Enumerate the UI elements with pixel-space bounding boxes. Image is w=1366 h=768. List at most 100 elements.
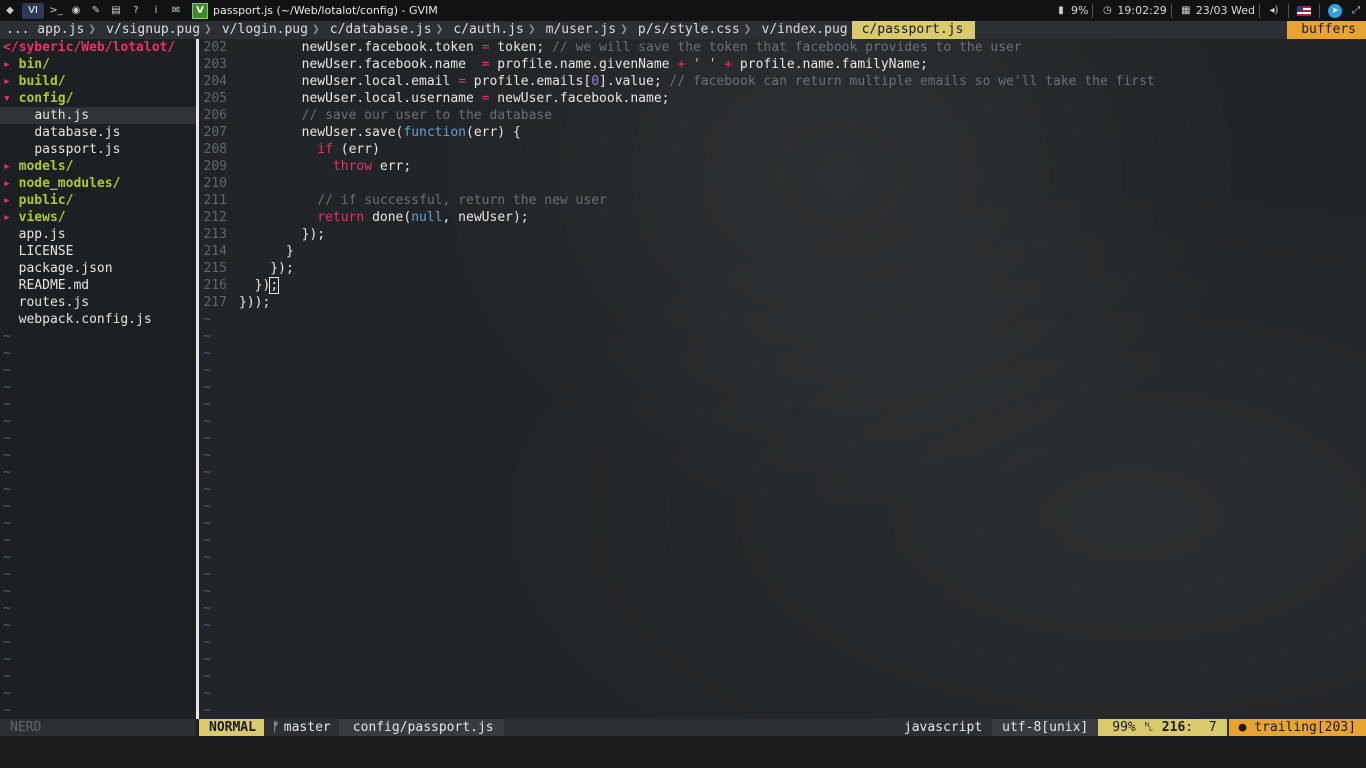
code-token: newUser.facebook.token [239,40,482,55]
empty-line: ~ [199,362,1366,379]
code-line[interactable]: 209 throw err; [199,158,1366,175]
code-line[interactable]: 202 newUser.facebook.token = token; // w… [199,39,1366,56]
tab-label: v/login.pug [221,22,308,37]
code-line[interactable]: 206 // save our user to the database [199,107,1366,124]
triangle-right-icon: ▸ [3,57,11,72]
empty-line-tilde: ~ [203,414,211,429]
distro-logo-icon[interactable]: ◆ [2,3,18,19]
empty-line-tilde: ~ [203,567,211,582]
tab-passport-js-active[interactable]: c/passport.js [851,21,976,39]
code-token: }) [239,278,271,293]
cursor-position: 99% ␤ 216: 7 [1098,719,1227,736]
empty-line: ~ [199,430,1366,447]
tab-index-pug[interactable]: v/index.pug [756,21,852,39]
panel-separator [1319,3,1320,18]
code-text: newUser.local.email = profile.emails[0].… [227,73,1155,90]
panel-right: ▮ 9% ◷ 19:02:29 ▦ 23/03 Wed ◂) ➤ ⤢ [1051,0,1366,21]
tree-file[interactable]: passport.js [0,141,196,158]
tree-directory[interactable]: ▾ config/ [0,90,196,107]
empty-line-tilde: ~ [3,567,11,582]
pen-icon[interactable]: ✎ [88,3,104,19]
code-line[interactable]: 210 [199,175,1366,192]
empty-line-tilde: ~ [3,482,11,497]
tree-file[interactable]: webpack.config.js [0,311,196,328]
document-icon[interactable]: ▤ [108,3,124,19]
code-line[interactable]: 217})); [199,294,1366,311]
clock-time[interactable]: 19:02:29 [1117,4,1166,17]
empty-line-tilde: ~ [3,363,11,378]
command-line[interactable] [0,736,1366,768]
gvim-icon[interactable]: V [192,2,208,19]
fullscreen-icon[interactable]: ⤢ [1348,3,1364,19]
tree-file[interactable]: routes.js [0,294,196,311]
battery-icon[interactable]: ▮ [1053,3,1069,19]
empty-line-tilde: ~ [203,618,211,633]
launcher-vi[interactable]: VI [22,2,44,19]
code-line[interactable]: 204 newUser.local.email = profile.emails… [199,73,1366,90]
tab-signup-pug[interactable]: v/signup.pug ❯ [100,21,216,39]
code-line[interactable]: 212 return done(null, newUser); [199,209,1366,226]
code-token: , newUser); [442,210,529,225]
empty-line-tilde: ~ [3,465,11,480]
tree-directory[interactable]: ▸ views/ [0,209,196,226]
tab-login-pug[interactable]: v/login.pug ❯ [216,21,324,39]
buffers-label[interactable]: buffers [1287,21,1366,39]
us-flag-keyboard-layout-icon[interactable] [1297,5,1311,16]
line-number: 209 [203,159,227,174]
help-icon[interactable]: ? [128,3,144,19]
tab-app-js[interactable]: ... app.js ❯ [0,21,100,39]
tree-directory[interactable]: ▸ models/ [0,158,196,175]
tree-directory[interactable]: ▸ public/ [0,192,196,209]
tree-directory[interactable]: ▸ node_modules/ [0,175,196,192]
tree-file[interactable]: README.md [0,277,196,294]
code-line[interactable]: 211 // if successful, return the new use… [199,192,1366,209]
tab-user-js[interactable]: m/user.js ❯ [540,21,632,39]
telegram-icon[interactable]: ➤ [1328,3,1342,18]
line-number: 210 [203,176,227,191]
tab-database-js[interactable]: c/database.js ❯ [324,21,448,39]
tree-file[interactable]: database.js [0,124,196,141]
code-token: // if successful, return the new user [239,193,607,208]
code-text: return done(null, newUser); [227,209,529,226]
code-line[interactable]: 215 }); [199,260,1366,277]
code-line[interactable]: 213 }); [199,226,1366,243]
nerdtree-statusline: NERD [0,719,196,736]
tab-style-css[interactable]: p/s/style.css ❯ [632,21,756,39]
code-line[interactable]: 214 } [199,243,1366,260]
code-line[interactable]: 205 newUser.local.username = newUser.fac… [199,90,1366,107]
scroll-percent: 99% [1112,720,1136,735]
info-icon[interactable]: i [148,3,164,19]
mode-indicator: NORMAL [199,719,264,736]
tree-file[interactable]: auth.js [0,107,196,124]
line-number: 204 [203,74,227,89]
empty-line-tilde: ~ [203,346,211,361]
code-line[interactable]: 216 }); [199,277,1366,294]
window-title: passport.js (~/Web/lotalot/config) - GVI… [213,4,438,17]
tree-file[interactable]: package.json [0,260,196,277]
empty-line-tilde: ~ [3,516,11,531]
mail-icon[interactable]: ✉ [168,3,184,19]
eye-icon[interactable]: ◉ [68,3,84,19]
tree-directory[interactable]: ▸ build/ [0,73,196,90]
code-token: newUser.save( [239,125,404,140]
editor-pane[interactable]: 202 newUser.facebook.token = token; // w… [199,39,1366,719]
tree-file[interactable]: LICENSE [0,243,196,260]
empty-line-tilde: ~ [3,601,11,616]
empty-line-tilde: ~ [203,601,211,616]
tab-auth-js[interactable]: c/auth.js ❯ [447,21,539,39]
clock-date[interactable]: 23/03 Wed [1196,4,1255,17]
code-line[interactable]: 203 newUser.facebook.name = profile.name… [199,56,1366,73]
tree-file[interactable]: app.js [0,226,196,243]
line-number-icon: ␤ [1143,720,1154,735]
empty-line: ~ [199,617,1366,634]
volume-icon[interactable]: ◂) [1266,3,1282,19]
code-token: // we will save the token that facebook … [552,40,1022,55]
chevron-right-icon: ❯ [204,22,212,37]
code-line[interactable]: 208 if (err) [199,141,1366,158]
empty-line: ~ [199,447,1366,464]
code-line[interactable]: 207 newUser.save(function(err) { [199,124,1366,141]
line-number: 205 [203,91,227,106]
tree-root[interactable]: </syberic/Web/lotalot/ [0,39,196,56]
launcher-terminal[interactable]: >_ [48,3,64,19]
tree-directory[interactable]: ▸ bin/ [0,56,196,73]
